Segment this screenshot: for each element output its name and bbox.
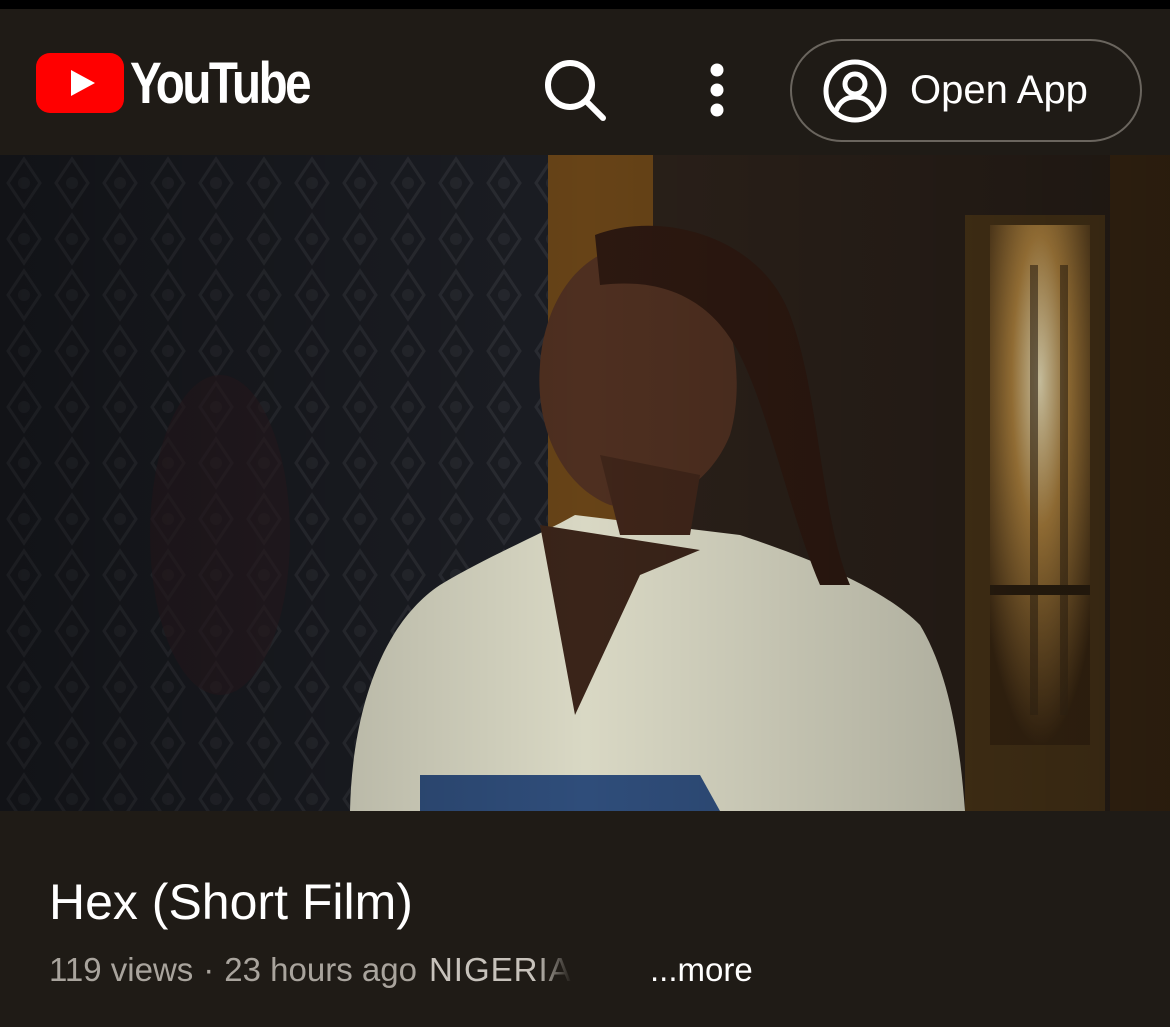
more-options-button[interactable] <box>690 57 744 123</box>
video-metadata[interactable]: 119 views · 23 hours ago NIGERIA <box>49 951 572 989</box>
search-button[interactable] <box>540 55 608 123</box>
search-icon <box>545 60 606 121</box>
location-tag: NIGERIA <box>428 951 572 988</box>
open-app-button[interactable]: Open App <box>790 39 1142 142</box>
top-app-bar: YouTube Open App <box>0 9 1170 155</box>
meta-separator: · <box>203 951 215 988</box>
video-info: Hex (Short Film) 119 views · 23 hours ag… <box>0 811 1170 1027</box>
show-more-link[interactable]: ...more <box>650 951 753 989</box>
youtube-logo[interactable]: YouTube <box>36 51 348 116</box>
play-logo-icon <box>36 53 124 113</box>
open-app-label: Open App <box>910 68 1088 112</box>
account-circle-icon <box>823 59 887 122</box>
video-player[interactable] <box>0 155 1170 811</box>
status-strip <box>0 0 1170 9</box>
video-title[interactable]: Hex (Short Film) <box>49 873 413 931</box>
logo-wordmark: YouTube <box>130 50 312 116</box>
view-count: 119 views <box>49 951 194 988</box>
video-frame <box>0 155 1170 811</box>
more-vert-icon <box>710 63 724 117</box>
upload-age: 23 hours ago <box>224 951 417 988</box>
